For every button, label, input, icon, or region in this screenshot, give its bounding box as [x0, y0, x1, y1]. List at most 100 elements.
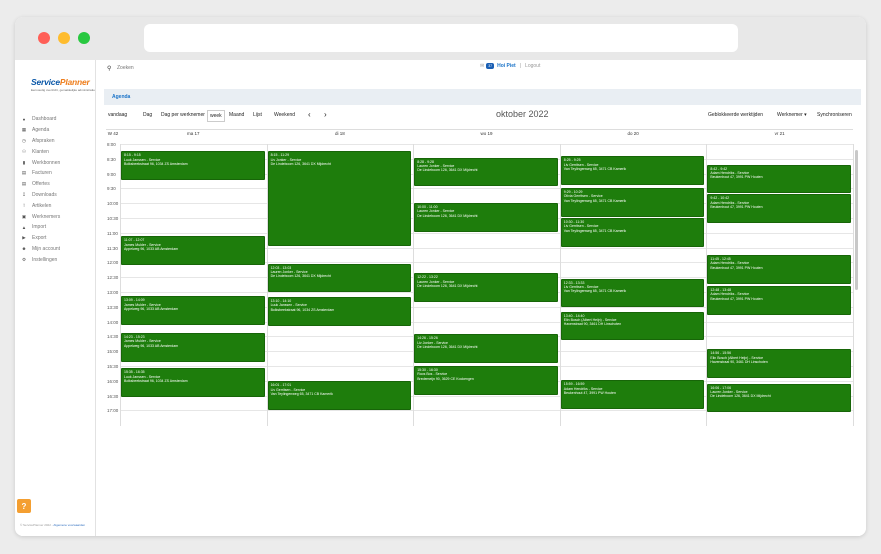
calendar-event[interactable]: 13:40 - 14:40 Elin Bosch (Albert Heijn) -… [560, 311, 705, 341]
event-address: Van Teylingenweg 65, 3471 CB Kamerik [270, 391, 333, 396]
week-view-button[interactable]: week [207, 110, 225, 122]
next-week-button[interactable]: › [322, 108, 329, 121]
sidebar-item-afspraken[interactable]: ◷ Afspraken [21, 136, 95, 147]
calendar-event[interactable]: 8:15 - 11:29 Liv Jonker - Service De Linde… [267, 151, 412, 247]
sidebar-item-import[interactable]: ▲ Import [21, 222, 95, 233]
event-address: Havenstraat 90, 3461 DH Linschoten [710, 359, 768, 364]
calendar-event[interactable]: 12:48 - 13:48 Adam Hendriks - Service Beuk… [707, 286, 851, 315]
calendar-event[interactable]: 14:26 - 15:26 Liv Jonker - Service De Lind… [414, 334, 558, 364]
sidebar-item-label: Werkbonnen [32, 159, 61, 166]
copyright-text: © ServicePlanner 2022 - [20, 523, 54, 527]
calendar-event[interactable]: 11:07 - 12:07 James Mulder - Service Appel… [121, 236, 265, 265]
event-address: Van Teylingenweg 65, 3471 CB Kamerik [563, 198, 627, 203]
synchronize-button[interactable]: Synchroniseren [815, 110, 854, 120]
calendar-event[interactable]: 12:33 - 13:33 Liv Gerritsen - Service Van … [560, 278, 705, 308]
calendar-event[interactable]: 8:42 - 9:42 Adam Hendriks - Service Beuken… [707, 164, 851, 194]
calendar-event[interactable]: 16:06 - 17:06 Lauren Jonker - Service De L… [707, 383, 851, 413]
help-button[interactable]: ? [17, 499, 31, 513]
employee-dropdown[interactable]: Werknemer ▾ [775, 110, 809, 120]
today-button[interactable]: vandaag [106, 110, 129, 120]
month-view-button[interactable]: Maand [227, 110, 246, 120]
calendar-event[interactable]: 15:59 - 16:59 Adam Hendriks - Service Beuk… [560, 380, 705, 409]
calendar-event[interactable]: 13:10 - 14:10 Luuk Janssen - Service Bolks… [267, 296, 412, 326]
event-address: Beukenhout 47, 3991 PW Houten [710, 175, 763, 180]
sidebar-item-label: Agenda [32, 127, 50, 134]
calendar-event[interactable]: 9:42 - 10:42 Adam Hendriks - Service Beuke… [707, 194, 851, 223]
sidebar-item-label: Facturen [32, 170, 52, 177]
day-header[interactable]: vr 21 [706, 130, 853, 138]
calendar-grid[interactable]: 8:00 8:30 9:00 9:30 10:00 10:30 11:00 11:30 12:0… [106, 142, 854, 426]
user-greeting[interactable]: Hoi Piet [497, 63, 516, 69]
event-address: Van Teylingenweg 65, 3471 CB Kamerik [563, 289, 627, 294]
calendar-event[interactable]: 10:00 - 11:00 Lauren Jonker - Service De L… [414, 203, 558, 232]
sidebar-item-facturen[interactable]: ▤ Facturen [21, 168, 95, 179]
time-label: 10:30 [107, 216, 119, 221]
calendar-event[interactable]: 9:29 - 10:29 Olivia Gerritsen - Service Va… [560, 187, 705, 217]
day-view-button[interactable]: Dag [141, 110, 154, 120]
calendar-event[interactable]: 8:15 - 9:15 Luuk Janssen - Service Bolksbe… [121, 151, 265, 180]
time-label: 8:00 [107, 142, 116, 147]
sidebar-item-agenda[interactable]: ▦ Agenda [21, 125, 95, 136]
day-per-employee-button[interactable]: Dag per werknemer [159, 110, 207, 120]
scrollbar-thumb[interactable] [855, 150, 858, 290]
calendar-scrollbar[interactable] [854, 130, 858, 426]
sidebar-item-offertes[interactable]: ▤ Offertes [21, 179, 95, 190]
time-label: 17:00 [107, 408, 119, 414]
sidebar-item-label: Export [32, 235, 47, 242]
close-window-icon[interactable] [38, 32, 50, 44]
user-menu: ✉ 37 Hoi Piet | Logout [480, 63, 540, 69]
notification-badge[interactable]: 37 [486, 63, 495, 69]
day-header[interactable]: wo 19 [413, 130, 560, 138]
calendar-event[interactable]: 8:28 - 9:28 Lauren Jonker - Service De Lin… [414, 157, 558, 187]
gear-icon: ⚙ [21, 256, 27, 262]
sidebar-item-instellingen[interactable]: ⚙ Instellingen [21, 254, 95, 265]
event-address: Bolksbeekstraat 96, 1034 ZS Amsterdam [124, 379, 188, 384]
event-address: Bolksbeekstraat 96, 1034 ZS Amsterdam [270, 307, 335, 312]
search-input[interactable] [117, 65, 237, 71]
address-bar[interactable] [144, 24, 738, 52]
list-view-button[interactable]: Lijst [251, 110, 264, 120]
sidebar-item-artikelen[interactable]: ⊺ Artikelen [21, 200, 95, 211]
maximize-window-icon[interactable] [78, 32, 90, 44]
time-label: 14:30 [107, 334, 119, 340]
sidebar-item-label: Afspraken [32, 137, 55, 144]
weekend-toggle-button[interactable]: Weekend [272, 110, 297, 120]
calendar-event[interactable]: 13:09 - 14:09 James Mulder - Service Appel… [121, 296, 265, 326]
day-header[interactable]: ma 17 [120, 130, 267, 138]
calendar-event[interactable]: 15:35 - 16:35 Luuk Janssen - Service Bolks… [121, 368, 265, 398]
sidebar-item-export[interactable]: ▶ Export [21, 233, 95, 244]
time-gridline [120, 144, 853, 145]
day-header[interactable]: do 20 [560, 130, 707, 138]
calendar-event[interactable]: 12:03 - 13:03 Lauren Jonker - Service De L… [267, 263, 412, 293]
sidebar-item-werknemers[interactable]: ▣ Werknemers [21, 211, 95, 222]
event-address: Bredemeijn 90, 3629 CE Kockengen [417, 376, 474, 381]
day-header[interactable]: di 18 [267, 130, 414, 138]
calendar-event[interactable]: 10:30 - 11:30 Liv Gerritsen - Service Van … [560, 218, 705, 247]
chat-icon[interactable]: ✉ [480, 63, 484, 69]
calendar-event[interactable]: 14:23 - 15:23 James Mulder - Service Appel… [121, 332, 265, 362]
sidebar-item-dashboard[interactable]: ● Dashboard [21, 114, 95, 125]
logout-link[interactable]: Logout [525, 63, 540, 69]
calendar-event[interactable]: 16:01 - 17:01 Liv Gerritsen - Service Van … [267, 381, 412, 410]
breadcrumb[interactable]: Agenda [104, 89, 861, 105]
sidebar-item-label: Werknemers [32, 213, 61, 220]
download-icon: ↧ [22, 191, 26, 197]
sidebar-item-werkbonnen[interactable]: ▮ Werkbonnen [21, 157, 95, 168]
calendar-event[interactable]: 12:22 - 13:22 Lauren Jonker - Service De L… [414, 273, 558, 302]
calendar-event[interactable]: 11:45 - 12:45 Adam Hendriks - Service Beuk… [707, 255, 851, 284]
sidebar-item-klanten[interactable]: ⚇ Klanten [21, 146, 95, 157]
event-address: Van Teylingenweg 65, 3471 CB Kamerik [563, 228, 627, 233]
calendar-event[interactable]: 15:30 - 16:30 Roos Bos - Service Bredemeij… [414, 366, 558, 395]
main-content: ⚲ ✉ 37 Hoi Piet | Logout Agenda vandaag … [97, 60, 866, 536]
sidebar-item-mijn-account[interactable]: ☻ Mijn account [21, 244, 95, 255]
sidebar-item-downloads[interactable]: ↧ Downloads [21, 190, 95, 201]
dashboard-icon: ● [22, 116, 26, 122]
minimize-window-icon[interactable] [58, 32, 70, 44]
calendar-event[interactable]: 14:56 - 15:56 Elin Bosch (Albert Heijn) -… [707, 349, 851, 378]
prev-week-button[interactable]: ‹ [306, 108, 313, 121]
calendar-event[interactable]: 8:25 - 9:25 Liv Gerritsen - Service Van Te… [560, 156, 705, 185]
logo[interactable]: ServicePlanner Eenvoudig overzicht, gema… [31, 77, 95, 92]
terms-link[interactable]: Algemene voorwaarden [53, 523, 85, 527]
blocked-hours-button[interactable]: Geblokkeerde werktijden [706, 110, 765, 120]
time-label: 16:30 [107, 393, 119, 399]
